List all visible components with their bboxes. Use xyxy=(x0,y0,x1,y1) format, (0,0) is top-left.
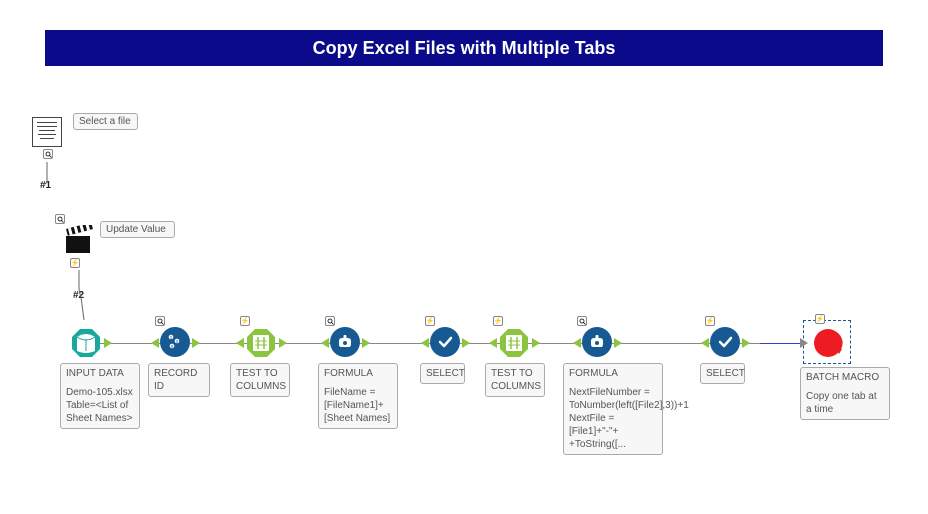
macro-input-anchor xyxy=(800,338,808,348)
formula-icon xyxy=(582,327,612,357)
text-to-columns-icon xyxy=(498,327,530,359)
bolt-badge: ⚡ xyxy=(815,314,825,324)
file-browse-tool[interactable] xyxy=(32,117,62,147)
select-file-text: Select a file xyxy=(79,116,131,127)
batch-macro-label: BATCH MACRO Copy one tab at a time xyxy=(800,367,890,420)
select-2-label: SELECT xyxy=(700,363,745,384)
text-to-columns-2-label: TEST TO COLUMNS xyxy=(485,363,545,397)
magnifier-badge xyxy=(577,316,587,326)
formula-tool-1[interactable] xyxy=(330,327,360,357)
formula-2-label: FORMULA NextFileNumber = ToNumber(left([… xyxy=(563,363,663,455)
update-value-label: Update Value xyxy=(100,221,175,238)
page-title: Copy Excel Files with Multiple Tabs xyxy=(313,38,616,59)
batch-macro-tool[interactable] xyxy=(811,326,845,365)
select-icon xyxy=(430,327,460,357)
input-data-icon xyxy=(70,327,102,359)
record-id-icon: 1 2 3 xyxy=(160,327,190,357)
bolt-badge: ⚡ xyxy=(240,316,250,326)
record-id-label: RECORD ID xyxy=(148,363,210,397)
text-to-columns-1-label: TEST TO COLUMNS xyxy=(230,363,290,397)
batch-macro-icon xyxy=(811,326,845,360)
select-tool-1[interactable] xyxy=(430,327,460,357)
text-to-columns-icon xyxy=(245,327,277,359)
select-tool-2[interactable] xyxy=(710,327,740,357)
bolt-badge: ⚡ xyxy=(493,316,503,326)
update-value-text: Update Value xyxy=(106,224,166,235)
input-data-label: INPUT DATA Demo-105.xlsx Table=<List of … xyxy=(60,363,140,429)
select-1-label: SELECT xyxy=(420,363,465,384)
formula-1-label: FORMULA FileName = [FileName1]+[Sheet Na… xyxy=(318,363,398,429)
bolt-badge: ⚡ xyxy=(705,316,715,326)
select-file-label: Select a file xyxy=(73,113,138,130)
action-tool[interactable] xyxy=(63,225,97,260)
text-to-columns-tool-1[interactable] xyxy=(245,327,277,364)
magnifier-badge xyxy=(325,316,335,326)
record-id-tool[interactable]: 1 2 3 xyxy=(160,327,190,357)
select-icon xyxy=(710,327,740,357)
formula-tool-2[interactable] xyxy=(582,327,612,357)
input-data-tool[interactable] xyxy=(70,327,102,364)
title-bar: Copy Excel Files with Multiple Tabs xyxy=(45,30,883,66)
magnifier-badge xyxy=(155,316,165,326)
bolt-badge: ⚡ xyxy=(425,316,435,326)
document-icon xyxy=(32,117,62,147)
text-to-columns-tool-2[interactable] xyxy=(498,327,530,364)
formula-icon xyxy=(330,327,360,357)
